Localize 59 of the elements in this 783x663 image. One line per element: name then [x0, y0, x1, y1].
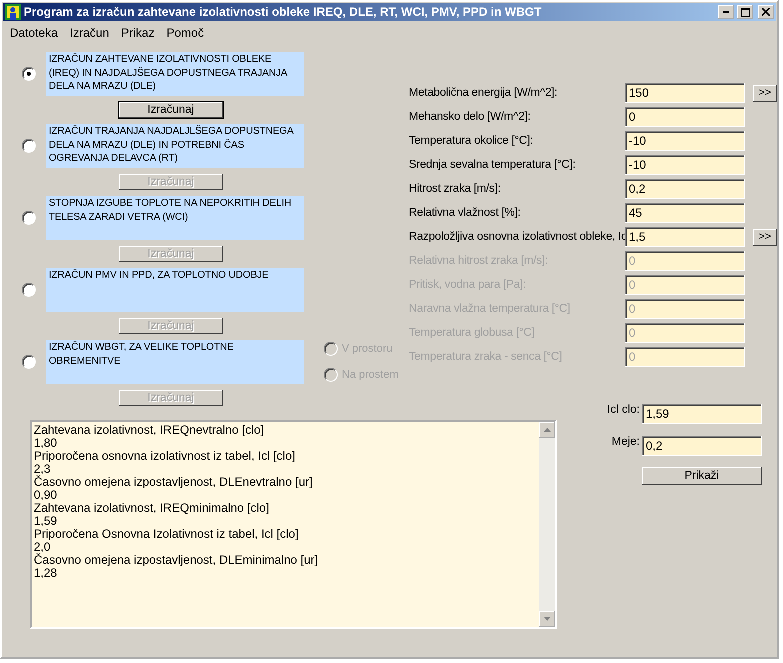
menu-item[interactable]: Pomoč [160, 26, 210, 40]
results-box[interactable] [30, 420, 557, 629]
field-label: Meje: [612, 436, 640, 448]
radio-button[interactable] [22, 211, 36, 225]
result-line: 1,59 [34, 515, 58, 528]
result-line: Priporočena osnovna izolativnost iz tabel, Icl [clo] [34, 450, 296, 463]
show-button[interactable]: Prikaži [642, 467, 762, 485]
result-line: 2,0 [34, 541, 51, 554]
menu-item[interactable]: Prikaz [115, 26, 161, 40]
maximize-icon [740, 8, 750, 16]
input-field[interactable]: 1,5 [625, 227, 745, 247]
input-field[interactable]: 0,2 [625, 179, 745, 199]
option-label: IZRAČUN TRAJANJA NAJDALJLŠEGA DOPUSTNEGA DELA NA MRAZU (DLE) IN POTREBNI ČAS OGREVANJA DELAVCA (RT) [46, 124, 304, 168]
app-icon [5, 4, 21, 20]
option-label: IZRAČUN PMV IN PPD, ZA TOPLOTNO UDOBJE [46, 268, 304, 312]
scroll-up-icon[interactable] [544, 428, 550, 432]
result-line: Zahtevana izolativnost, IREQnevtralno [clo] [34, 424, 266, 437]
input-field[interactable]: 45 [625, 203, 745, 223]
minimize-icon [723, 11, 729, 13]
field-label: Temperatura okolice [°C]: [409, 135, 534, 147]
input-field[interactable]: -10 [625, 155, 745, 175]
scroll-down-icon[interactable] [544, 617, 550, 621]
window-title: Program za izračun zahtevane izolativnosti obleke IREQ, DLE, RT, WCI, PMV, PPD in WBGT [24, 5, 543, 19]
result-line: 1,28 [34, 567, 58, 580]
field-label: Srednja sevalna temperatura [°C]: [409, 159, 577, 171]
menu-item[interactable]: Izračun [64, 26, 116, 40]
result-line: 2,3 [34, 463, 51, 476]
field-label: Relativna vlažnost [%]: [409, 207, 522, 219]
input-field[interactable]: 0,2 [642, 436, 762, 456]
input-field[interactable]: 0 [625, 107, 745, 127]
option-label: STOPNJA IZGUBE TOPLOTE NA NEPOKRITIH DELIH TELESA ZARADI VETRA (WCI) [46, 196, 304, 240]
result-line: 0,90 [34, 489, 58, 502]
result-line: Časovno omejena izpostavljenost, DLEminimalno [ur] [34, 554, 320, 567]
input-field[interactable]: 150 [625, 83, 745, 103]
input-field[interactable]: -10 [625, 131, 745, 151]
radio-button[interactable] [22, 67, 36, 81]
radio-button[interactable] [22, 139, 36, 153]
input-field[interactable]: 1,59 [642, 404, 762, 424]
more-button[interactable]: >> [753, 228, 777, 246]
radio-button[interactable] [22, 283, 36, 297]
field-label: Metabolična energija [W/m^2]: [409, 87, 559, 99]
result-line: Časovno omejena izpostavljenost, DLEnevtralno [ur] [34, 476, 314, 489]
result-line: Priporočena Osnovna Izolativnost iz tabel, Icl [clo] [34, 528, 300, 541]
close-button[interactable] [758, 5, 774, 19]
field-label: Mehansko delo [W/m^2]: [409, 111, 532, 123]
option-label: IZRAČUN WBGT, ZA VELIKE TOPLOTNE OBREMENITVE [46, 340, 304, 384]
more-button[interactable]: >> [753, 84, 777, 102]
radio-button[interactable] [22, 355, 36, 369]
close-icon [762, 8, 770, 16]
menu-item[interactable]: Datoteka [4, 26, 64, 40]
minimize-button[interactable] [718, 5, 734, 19]
calculate-button[interactable]: Izračunaj [119, 102, 223, 118]
scrollbar[interactable] [539, 422, 555, 627]
option-label: IZRAČUN ZAHTEVANE IZOLATIVNOSTI OBLEKE (IREQ) IN NAJDALJŠEGA DOPUSTNEGA TRAJANJA DELA NA MRAZU (DLE) [46, 52, 304, 96]
result-line: Zahtevana izolativnost, IREQminimalno [clo] [34, 502, 270, 515]
maximize-button[interactable] [737, 5, 753, 19]
result-line: 1,80 [34, 437, 58, 450]
field-label: Icl clo: [607, 404, 640, 416]
field-label: Hitrost zraka [m/s]: [409, 183, 502, 195]
